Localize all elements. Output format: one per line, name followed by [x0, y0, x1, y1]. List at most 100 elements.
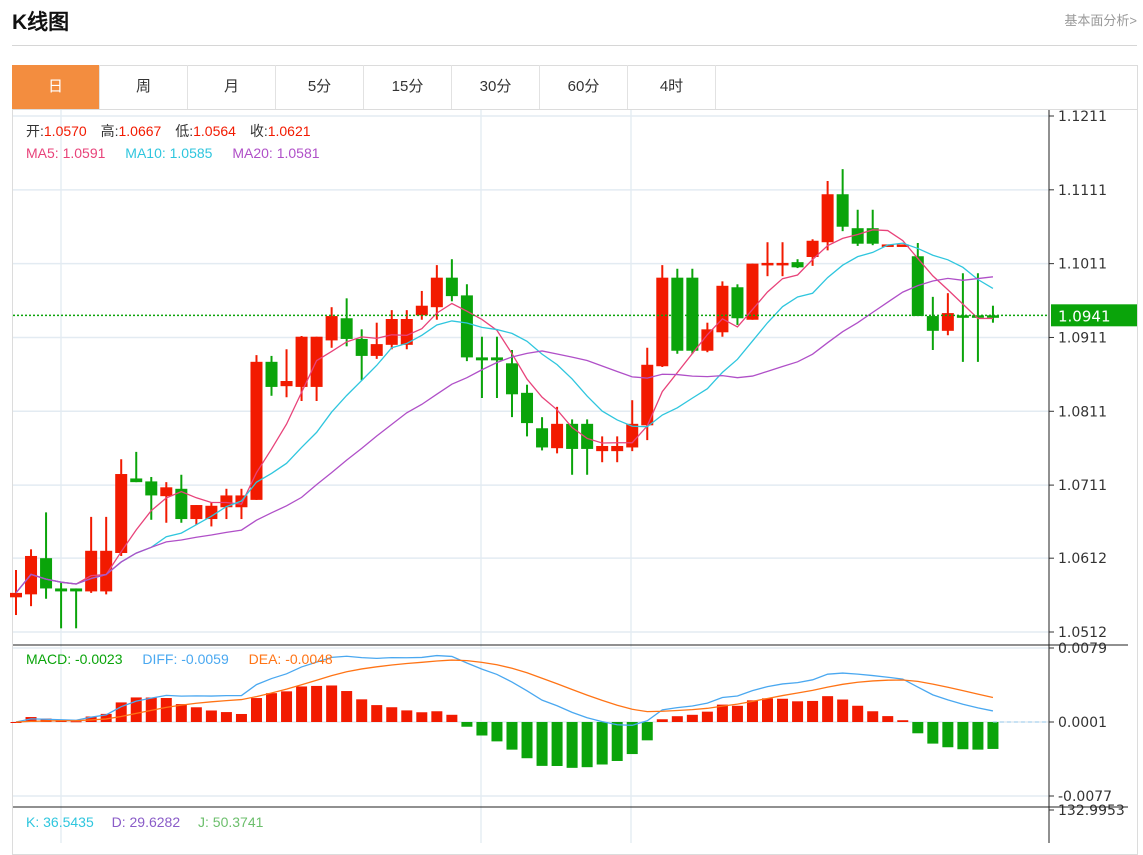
- period-tabs: 日 周 月 5分 15分 30分 60分 4时: [12, 65, 1138, 110]
- candle-body: [265, 361, 278, 387]
- candle: [385, 310, 398, 350]
- last-price-label: 1.0941: [1058, 307, 1111, 325]
- tab-day[interactable]: 日: [12, 65, 100, 109]
- candle-body: [460, 295, 473, 358]
- candle: [325, 307, 338, 348]
- candle-body: [85, 550, 98, 592]
- macd-bar: [972, 722, 984, 750]
- tab-15min[interactable]: 15分: [364, 65, 452, 109]
- candle-body: [656, 277, 669, 367]
- candle-body: [190, 505, 203, 520]
- high-label: 高:: [100, 123, 119, 139]
- candle-body: [115, 474, 128, 554]
- candle: [280, 349, 293, 398]
- candle: [536, 417, 549, 451]
- tab-month[interactable]: 月: [188, 65, 276, 109]
- candle-body: [821, 194, 834, 243]
- macd-bar: [551, 722, 563, 767]
- candle: [581, 419, 594, 475]
- candle: [866, 209, 879, 246]
- macd-bar: [777, 698, 789, 722]
- candle: [941, 293, 954, 336]
- candle: [265, 355, 278, 396]
- candle-body: [716, 285, 729, 333]
- macd-tick-label: 0.0001: [1058, 715, 1107, 731]
- macd-bar: [581, 722, 593, 768]
- macd-bar: [476, 722, 488, 736]
- ma10-line: [15, 242, 994, 594]
- tab-4hour[interactable]: 4时: [628, 65, 716, 109]
- candle: [220, 488, 233, 520]
- macd-bar: [957, 722, 969, 750]
- candle-body: [130, 478, 143, 483]
- macd-bar: [281, 691, 293, 722]
- candle: [701, 322, 714, 353]
- macd-bar: [250, 698, 262, 722]
- price-tick-label: 1.0711: [1058, 478, 1107, 494]
- price-tick-label: 1.0612: [1058, 551, 1107, 567]
- candle: [521, 384, 534, 437]
- macd-bar: [461, 722, 473, 727]
- macd-bar: [220, 712, 232, 722]
- price-tick-label: 1.0911: [1058, 330, 1107, 346]
- macd-bar: [416, 712, 428, 722]
- candle: [611, 436, 624, 463]
- candle-body: [791, 262, 804, 268]
- macd-bar: [927, 722, 939, 744]
- candle: [40, 512, 53, 599]
- macd-bar: [190, 707, 202, 722]
- macd-bar: [446, 714, 458, 722]
- macd-bar: [175, 704, 187, 722]
- candle-body: [521, 392, 534, 424]
- dea-value: DEA: -0.0048: [248, 651, 333, 667]
- candle-body: [596, 445, 609, 452]
- macd-bar: [326, 685, 338, 722]
- candle-body: [746, 263, 759, 320]
- close-value: 1.0621: [267, 123, 311, 139]
- tab-30min[interactable]: 30分: [452, 65, 540, 109]
- candle-body: [205, 505, 218, 520]
- candle-body: [295, 336, 308, 387]
- candle-body: [941, 313, 954, 331]
- price-tick-label: 1.1211: [1058, 109, 1107, 125]
- ma20-line: [15, 276, 994, 594]
- candle-body: [806, 240, 819, 257]
- candle-body: [761, 262, 774, 266]
- candle: [445, 259, 458, 302]
- candle-body: [611, 445, 624, 452]
- kdj-readout: K: 36.5435 D: 29.6282 J: 50.3741: [26, 814, 263, 830]
- candle-body: [475, 357, 488, 361]
- close-label: 收:: [249, 123, 268, 139]
- macd-bar: [792, 701, 804, 722]
- candle-body: [686, 277, 699, 351]
- candle-body: [671, 277, 684, 351]
- candle-body: [415, 305, 428, 316]
- tab-60min[interactable]: 60分: [540, 65, 628, 109]
- candle-body: [355, 338, 368, 356]
- price-tick-label: 1.0512: [1058, 625, 1107, 641]
- tab-5min[interactable]: 5分: [276, 65, 364, 109]
- macd-bar: [431, 711, 443, 722]
- macd-bar: [656, 719, 668, 722]
- macd-bar: [235, 713, 247, 722]
- candle-body: [55, 588, 68, 592]
- macd-bar: [671, 716, 683, 722]
- candle-body: [490, 357, 503, 361]
- d-value: D: 29.6282: [111, 814, 181, 830]
- candle-body: [160, 487, 173, 497]
- macd-bar: [837, 699, 849, 722]
- diff-value: DIFF: -0.0059: [142, 651, 229, 667]
- candle: [686, 268, 699, 354]
- macd-bar: [521, 722, 533, 759]
- tab-week[interactable]: 周: [100, 65, 188, 109]
- candle: [596, 436, 609, 463]
- candle-body: [430, 277, 443, 308]
- candle: [851, 209, 864, 246]
- price-tick-label: 1.1011: [1058, 257, 1107, 273]
- candle-body: [926, 316, 939, 331]
- macd-bar: [762, 698, 773, 722]
- low-label: 低:: [175, 123, 194, 139]
- candle-body: [325, 316, 338, 341]
- macd-bar: [942, 722, 954, 748]
- macd-bar: [386, 707, 398, 722]
